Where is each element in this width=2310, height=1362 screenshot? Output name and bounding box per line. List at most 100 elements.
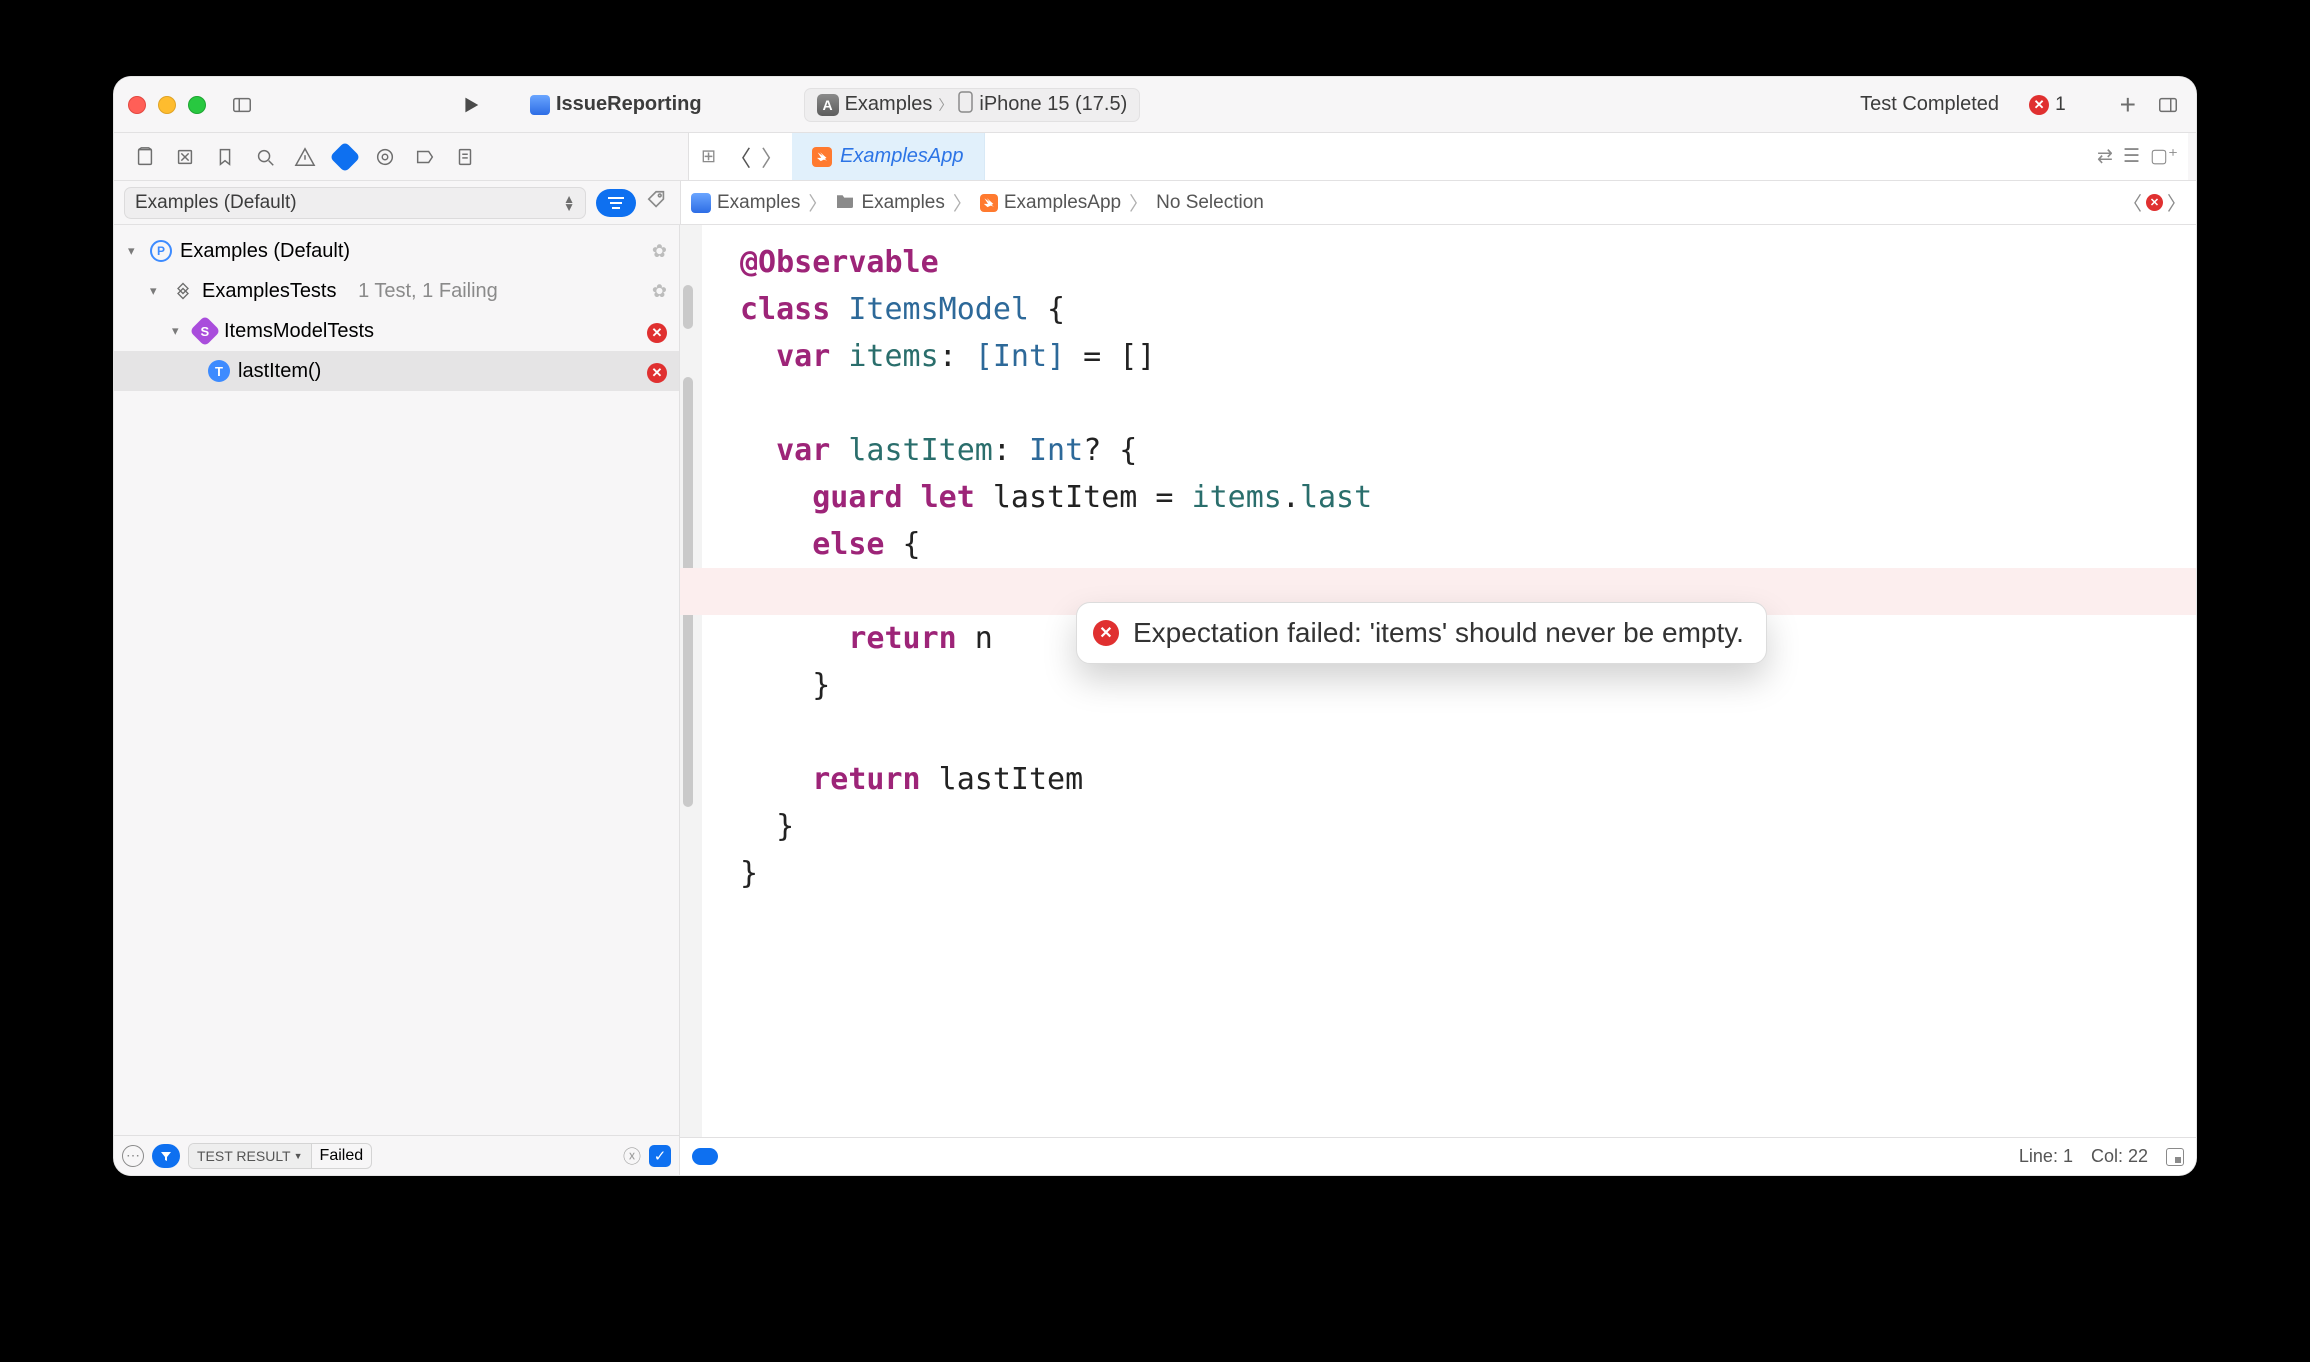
error-icon: ✕ xyxy=(2146,194,2163,211)
add-tab-button[interactable]: + xyxy=(2112,89,2144,121)
chevron-down-icon: ▼ xyxy=(294,1151,303,1161)
xcode-window: IssueReporting A Examples 〉 iPhone 15 (1… xyxy=(113,76,2197,1176)
add-editor-icon[interactable]: ▢⁺ xyxy=(2150,145,2178,168)
test-navigator: ▾ P Examples (Default) ✿ ▾ ExamplesTests… xyxy=(114,225,680,1175)
popover-message: Expectation failed: 'items' should never… xyxy=(1133,617,1744,649)
fold-gutter xyxy=(680,225,702,1137)
editor-tab-bar: ⊞ 〈 〉 ExamplesApp ⇄ ☰ ▢⁺ xyxy=(688,133,2188,180)
test-class-icon: S xyxy=(189,315,220,346)
debug-navigator-icon[interactable] xyxy=(368,143,402,171)
navigator-scope: Examples (Default) ▲▼ xyxy=(114,187,680,219)
tree-test-label: lastItem() xyxy=(238,360,321,383)
tree-test-selected[interactable]: T lastItem() ✕ xyxy=(114,351,679,391)
project-navigator-icon[interactable] xyxy=(128,143,162,171)
swift-file-icon xyxy=(980,194,998,212)
source-control-navigator-icon[interactable] xyxy=(168,143,202,171)
traffic-lights xyxy=(128,96,206,114)
minimap-toggle-icon[interactable] xyxy=(2166,1148,2184,1166)
filter-menu-icon[interactable]: ⋯ xyxy=(122,1145,144,1167)
test-fail-icon: ✕ xyxy=(647,360,667,383)
bc-selection[interactable]: No Selection xyxy=(1156,192,1264,214)
jump-bar[interactable]: Examples 〉 Examples 〉 ExamplesApp 〉 No S… xyxy=(680,181,2196,224)
bc-folder[interactable]: Examples xyxy=(861,192,944,214)
tag-filter-icon[interactable] xyxy=(646,189,670,216)
gear-icon[interactable]: ✿ xyxy=(652,241,667,262)
scope-row: Examples (Default) ▲▼ Examples 〉 Example… xyxy=(114,181,2196,225)
zoom-window-button[interactable] xyxy=(188,96,206,114)
minimize-window-button[interactable] xyxy=(158,96,176,114)
activity-status: Test Completed xyxy=(1160,93,2009,116)
issue-count: 1 xyxy=(2055,94,2066,116)
test-navigator-icon[interactable] xyxy=(328,143,362,171)
only-failing-toggle[interactable]: ✓ xyxy=(649,1145,671,1167)
filter-key: TEST RESULT xyxy=(197,1148,291,1164)
tree-root[interactable]: ▾ P Examples (Default) ✿ xyxy=(114,231,679,271)
chevron-up-down-icon: ▲▼ xyxy=(563,195,575,211)
find-navigator-icon[interactable] xyxy=(248,143,282,171)
refresh-preview-icon[interactable]: ⇄ xyxy=(2097,145,2113,168)
swift-file-icon xyxy=(812,147,832,167)
tree-class[interactable]: ▾ S ItemsModelTests ✕ xyxy=(114,311,679,351)
close-window-button[interactable] xyxy=(128,96,146,114)
editor-status-bar: Line: 1 Col: 22 xyxy=(680,1137,2196,1175)
source-editor: @Observable class ItemsModel { var items… xyxy=(680,225,2196,1175)
toggle-navigator-icon[interactable] xyxy=(228,91,256,119)
active-filter-pill[interactable] xyxy=(152,1144,180,1168)
test-plan-icon: P xyxy=(150,240,172,262)
back-button[interactable]: 〈 xyxy=(726,141,754,173)
issue-navigator-icon[interactable] xyxy=(288,143,322,171)
related-items-icon[interactable]: ⊞ xyxy=(695,146,722,167)
test-method-icon: T xyxy=(208,360,230,382)
folder-icon xyxy=(835,192,855,214)
tree-suite[interactable]: ▾ ExamplesTests 1 Test, 1 Failing ✿ xyxy=(114,271,679,311)
disclosure-icon[interactable]: ▾ xyxy=(150,283,164,299)
body: ▾ P Examples (Default) ✿ ▾ ExamplesTests… xyxy=(114,225,2196,1175)
chevron-right-icon: 〉 xyxy=(806,189,829,216)
tree-suite-info: 1 Test, 1 Failing xyxy=(358,280,498,303)
filter-token[interactable]: TEST RESULT▼ Failed xyxy=(188,1143,372,1169)
project-name: IssueReporting xyxy=(556,93,702,116)
device-name: iPhone 15 (17.5) xyxy=(979,93,1127,116)
cursor-line: Line: 1 xyxy=(2019,1146,2073,1167)
breakpoint-navigator-icon[interactable] xyxy=(408,143,442,171)
next-issue-icon[interactable]: 〉 xyxy=(2167,189,2186,216)
clear-filter-icon[interactable]: ⓧ xyxy=(623,1143,641,1169)
device-icon xyxy=(958,91,973,119)
tree-root-label: Examples (Default) xyxy=(180,240,350,263)
bc-root[interactable]: Examples xyxy=(717,192,800,214)
toggle-inspectors-icon[interactable] xyxy=(2154,91,2182,119)
disclosure-icon[interactable]: ▾ xyxy=(128,243,142,259)
tree-class-label: ItemsModelTests xyxy=(224,320,374,343)
scheme-app-icon: A xyxy=(817,94,839,116)
issues-indicator[interactable]: ✕ 1 xyxy=(2029,94,2066,116)
chevron-right-icon: 〉 xyxy=(951,189,974,216)
bc-file[interactable]: ExamplesApp xyxy=(1004,192,1121,214)
bookmark-navigator-icon[interactable] xyxy=(208,143,242,171)
run-button[interactable] xyxy=(456,91,484,119)
project-icon xyxy=(691,193,711,213)
disclosure-icon[interactable]: ▾ xyxy=(172,323,186,339)
test-plan-picker[interactable]: Examples (Default) ▲▼ xyxy=(124,187,586,219)
report-navigator-icon[interactable] xyxy=(448,143,482,171)
app-icon xyxy=(530,95,550,115)
code-area[interactable]: @Observable class ItemsModel { var items… xyxy=(680,225,2196,1137)
gear-icon[interactable]: ✿ xyxy=(652,281,667,302)
editor-tab-active[interactable]: ExamplesApp xyxy=(792,133,984,180)
navigator-filter-bar: ⋯ TEST RESULT▼ Failed ⓧ ✓ xyxy=(114,1135,679,1175)
titlebar: IssueReporting A Examples 〉 iPhone 15 (1… xyxy=(114,77,2196,133)
test-failure-popover[interactable]: ✕ Expectation failed: 'items' should nev… xyxy=(1076,602,1767,664)
test-plan-name: Examples (Default) xyxy=(135,192,297,214)
adjust-editor-options-icon[interactable]: ☰ xyxy=(2123,145,2140,168)
filter-value: Failed xyxy=(312,1147,372,1165)
chevron-right-icon: 〉 xyxy=(938,95,952,115)
forward-button[interactable]: 〉 xyxy=(758,141,786,173)
test-fail-icon: ✕ xyxy=(647,320,667,343)
navigator-selector-bar xyxy=(122,143,688,171)
debug-area-toggle[interactable] xyxy=(692,1148,718,1165)
prev-issue-icon[interactable]: 〈 xyxy=(2123,189,2142,216)
filter-lines-toggle[interactable] xyxy=(596,189,636,217)
project-indicator[interactable]: IssueReporting xyxy=(518,88,714,122)
scheme-picker[interactable]: A Examples 〉 iPhone 15 (17.5) xyxy=(804,88,1141,122)
scheme-name: Examples xyxy=(845,93,933,116)
secondary-toolbar: ⊞ 〈 〉 ExamplesApp ⇄ ☰ ▢⁺ xyxy=(114,133,2196,181)
